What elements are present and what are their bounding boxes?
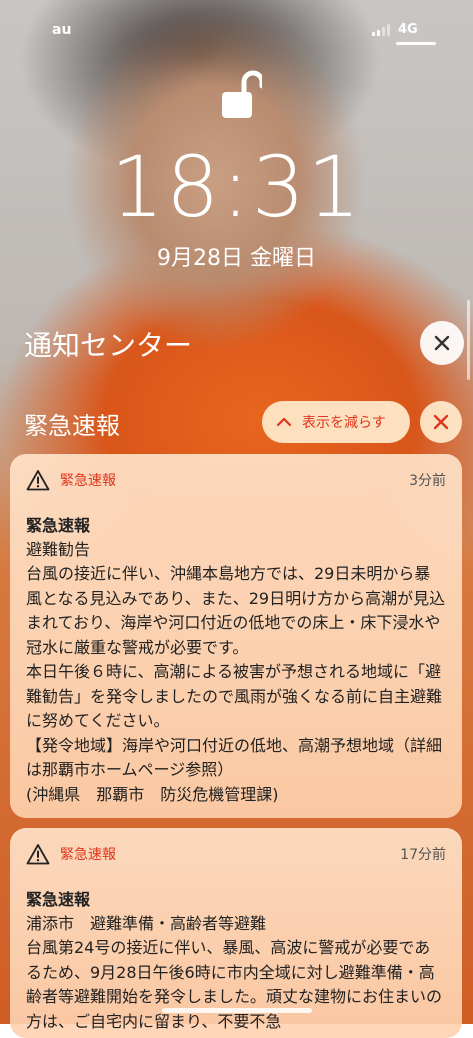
warning-icon: [26, 470, 50, 491]
notification-time: 3分前: [409, 473, 446, 489]
close-icon: [433, 414, 449, 430]
battery-icon: [396, 42, 436, 45]
network-label: 4G: [398, 22, 418, 37]
carrier-label: au: [52, 22, 72, 38]
show-less-button[interactable]: 表示を減らす: [262, 401, 410, 443]
notification-card[interactable]: 緊急速報 17分前 緊急速報 浦添市 避難準備・高齢者等避難 台風第24号の接近…: [10, 828, 462, 1038]
notification-time: 17分前: [400, 847, 446, 863]
unlock-icon: [222, 70, 262, 118]
notification-center-title: 通知センター: [24, 329, 193, 362]
close-icon: [434, 335, 450, 351]
group-title: 緊急速報: [24, 412, 120, 440]
notification-body: 台風第24号の接近に伴い、暴風、高波に警戒が必要であるため、9月28日午後6時に…: [26, 938, 443, 1031]
lock-date: 9月28日 金曜日: [157, 246, 316, 271]
notification-subtitle: 避難勧告: [26, 540, 91, 559]
signal-icon: [372, 24, 392, 36]
show-less-label: 表示を減らす: [302, 415, 386, 431]
home-indicator[interactable]: [162, 1008, 312, 1013]
scrollbar[interactable]: [467, 300, 470, 380]
notification-body: 台風の接近に伴い、沖縄本島地方では、29日未明から暴風となる見込みであり、また、…: [26, 564, 446, 804]
warning-icon: [26, 844, 50, 865]
notification-card[interactable]: 緊急速報 3分前 緊急速報 避難勧告 台風の接近に伴い、沖縄本島地方では、29日…: [10, 454, 462, 818]
notification-app-name: 緊急速報: [60, 473, 116, 489]
lock-time: 18:31: [110, 138, 363, 236]
notification-subtitle: 浦添市 避難準備・高齢者等避難: [26, 914, 267, 933]
notification-title: 緊急速報: [26, 516, 91, 535]
status-bar: au 4G: [0, 0, 473, 45]
chevron-up-icon: [276, 417, 292, 427]
dismiss-group-button[interactable]: [420, 401, 462, 443]
notification-app-name: 緊急速報: [60, 847, 116, 863]
notification-title: 緊急速報: [26, 890, 91, 909]
clear-all-button[interactable]: [420, 321, 464, 365]
